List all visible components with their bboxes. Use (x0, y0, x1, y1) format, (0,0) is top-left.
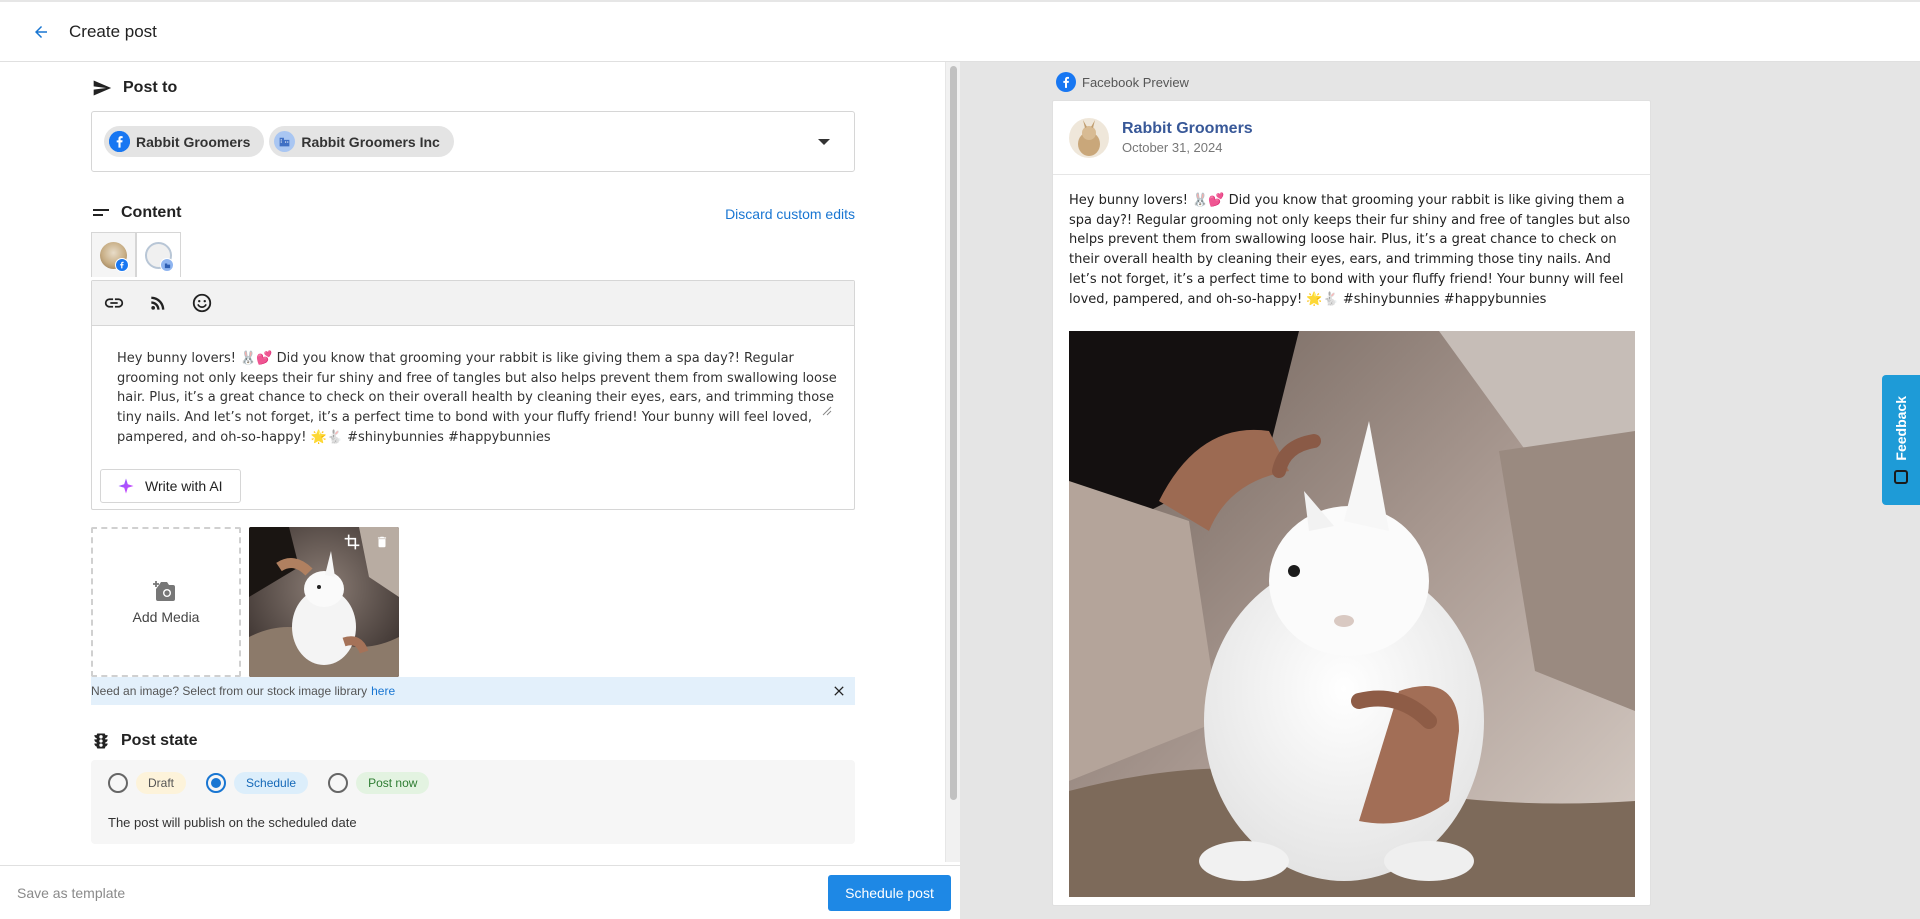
facebook-icon (109, 131, 130, 152)
post-to-select[interactable]: Rabbit Groomers Rabbit Groomers Inc (91, 111, 855, 172)
ai-button-label: Write with AI (145, 478, 223, 494)
pill-post-now[interactable]: Post now (356, 772, 430, 794)
preview-page-name[interactable]: Rabbit Groomers (1122, 120, 1253, 138)
radio-draft[interactable] (108, 773, 128, 793)
discard-custom-edits-link[interactable]: Discard custom edits (725, 206, 855, 222)
post-to-title: Post to (123, 79, 178, 96)
rabbit-photo (1069, 331, 1635, 897)
preview-label-text: Facebook Preview (1082, 74, 1189, 90)
top-header: Create post (0, 0, 1920, 62)
rss-icon[interactable] (146, 291, 170, 315)
pill-schedule[interactable]: Schedule (234, 772, 309, 794)
post-state-description: The post will publish on the scheduled d… (108, 815, 357, 830)
schedule-post-button[interactable]: Schedule post (828, 875, 951, 911)
post-state-box: Draft Schedule Post now The post will pu… (91, 760, 855, 844)
preview-label: Facebook Preview (1056, 72, 1189, 92)
post-state-title: Post state (121, 732, 198, 749)
sparkle-icon (118, 478, 134, 494)
avatar (1069, 117, 1109, 158)
preview-date: October 31, 2024 (1122, 140, 1223, 155)
feedback-tab[interactable]: Feedback (1882, 375, 1920, 505)
feedback-label: Feedback (1893, 395, 1909, 461)
preview-panel: Facebook Preview Rabbit Groomers October… (960, 62, 1920, 919)
resize-handle-icon[interactable] (820, 403, 832, 416)
tab-facebook-account[interactable] (91, 232, 136, 277)
feedback-icon (1894, 470, 1908, 485)
post-text-area[interactable]: Hey bunny lovers! 🐰💕 Did you know that g… (117, 349, 837, 448)
chip-label: Rabbit Groomers (136, 133, 251, 150)
content-title: Content (121, 204, 182, 221)
text-lines-icon (93, 209, 109, 216)
radio-post-now[interactable] (328, 773, 349, 793)
save-as-template-button[interactable]: Save as template (17, 885, 125, 901)
send-icon (93, 80, 112, 96)
link-icon[interactable] (102, 291, 126, 315)
post-editor: Hey bunny lovers! 🐰💕 Did you know that g… (91, 280, 855, 510)
business-icon (274, 131, 296, 152)
footer-bar: Save as template Schedule post (0, 865, 960, 919)
facebook-post-preview: Rabbit Groomers October 31, 2024 Hey bun… (1052, 100, 1651, 906)
media-thumbnail[interactable] (249, 527, 399, 677)
stock-image-banner: Need an image? Select from our stock ima… (91, 677, 855, 705)
add-photo-icon (153, 581, 175, 601)
business-badge-icon (160, 258, 174, 272)
add-media-label: Add Media (132, 609, 200, 625)
stock-banner-text: Need an image? Select from our stock ima… (91, 684, 368, 698)
traffic-light-icon (94, 733, 108, 749)
content-heading: Content (91, 204, 181, 222)
account-tabs (91, 232, 181, 277)
editor-toolbar (92, 281, 854, 326)
editor-panel: Post to Rabbit Groomers Rabbit Groomers … (0, 62, 945, 862)
write-with-ai-button[interactable]: Write with AI (100, 469, 241, 503)
scrollbar-thumb[interactable] (950, 66, 957, 800)
post-to-heading: Post to (91, 78, 177, 98)
chip-rabbit-groomers-inc[interactable]: Rabbit Groomers Inc (269, 126, 454, 157)
tab-business-account[interactable] (136, 232, 181, 277)
caret-down-icon[interactable] (818, 139, 830, 145)
thumbnail-actions (343, 533, 391, 551)
stock-library-link[interactable]: here (371, 684, 395, 698)
facebook-icon (1056, 72, 1076, 92)
preview-image (1069, 331, 1635, 897)
post-state-options: Draft Schedule Post now (108, 772, 449, 794)
preview-post-text: Hey bunny lovers! 🐰💕 Did you know that g… (1069, 193, 1631, 307)
emoji-icon[interactable] (190, 291, 214, 315)
preview-header: Rabbit Groomers October 31, 2024 (1053, 101, 1650, 175)
delete-icon[interactable] (373, 533, 391, 551)
post-state-heading: Post state (91, 730, 197, 752)
add-media-button[interactable]: Add Media (91, 527, 241, 677)
chip-rabbit-groomers[interactable]: Rabbit Groomers (104, 126, 265, 157)
close-icon[interactable] (831, 683, 847, 699)
crop-icon[interactable] (343, 533, 361, 551)
editor-scrollbar[interactable] (945, 62, 960, 862)
chip-label: Rabbit Groomers Inc (301, 133, 440, 150)
facebook-badge-icon (115, 258, 129, 272)
radio-schedule[interactable] (206, 773, 227, 793)
pill-draft[interactable]: Draft (136, 772, 187, 794)
page-title: Create post (69, 21, 157, 41)
back-arrow-icon[interactable] (29, 20, 53, 44)
